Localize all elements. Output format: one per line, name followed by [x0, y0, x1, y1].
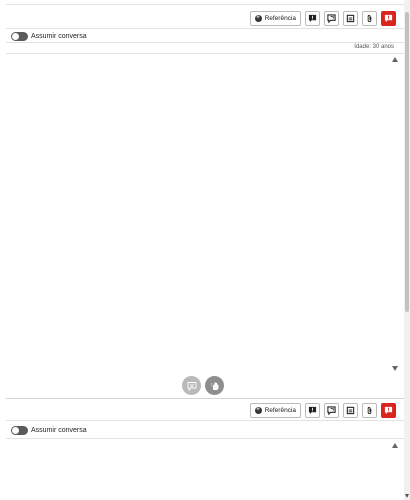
chat-alert-button[interactable] — [305, 402, 320, 418]
panel-separator — [6, 398, 404, 399]
patient-age: Idade: 30 anos — [354, 44, 394, 50]
panel-1-divider-2 — [6, 42, 404, 43]
flag-icon — [384, 406, 393, 414]
assume-conversation-toggle[interactable] — [11, 31, 28, 41]
toggle-knob — [12, 426, 19, 434]
panel-1-toolbar: + Referência — [249, 10, 396, 26]
panel-2-toolbar: + Referência — [249, 402, 396, 418]
scroll-up-arrow-icon[interactable] — [392, 57, 398, 62]
top-border — [6, 4, 404, 5]
panel-1-toggle-row: Assumir conversa — [11, 30, 87, 42]
panel-1-divider — [6, 28, 404, 29]
plus-circle-icon: + — [254, 14, 262, 22]
scroll-up-arrow-icon[interactable] — [392, 443, 398, 448]
assume-conversation-label: Assumir conversa — [31, 32, 87, 40]
document-icon — [346, 14, 355, 22]
document-button[interactable] — [343, 402, 358, 418]
document-icon — [346, 406, 355, 414]
flag-button[interactable] — [381, 10, 396, 26]
page-scrollbar[interactable] — [404, 0, 410, 500]
chat-reply-button[interactable] — [324, 402, 339, 418]
reference-button-label: Referência — [264, 406, 296, 414]
reference-button[interactable]: + Referência — [249, 10, 301, 26]
panel-2-divider — [6, 420, 404, 421]
reference-button[interactable]: + Referência — [249, 402, 301, 418]
flag-button[interactable] — [381, 402, 396, 418]
chat-panels-page: + Referência Assumir conversa Idade: 30 … — [0, 0, 404, 500]
attachment-icon — [367, 406, 372, 414]
assume-conversation-toggle[interactable] — [11, 425, 28, 435]
toggle-knob — [12, 32, 19, 40]
comment-fab-button[interactable] — [182, 376, 201, 395]
assume-conversation-label: Assumir conversa — [31, 426, 87, 434]
reference-button-label: Referência — [264, 14, 296, 22]
attachment-button[interactable] — [362, 402, 377, 418]
plus-circle-icon: + — [254, 406, 262, 414]
panel-1-chat-area[interactable] — [6, 54, 404, 398]
panel-2-toggle-row: Assumir conversa — [11, 424, 87, 436]
attachment-button[interactable] — [362, 10, 377, 26]
comment-icon — [187, 381, 196, 391]
chat-alert-icon — [308, 14, 317, 22]
attachment-icon — [367, 14, 372, 22]
document-button[interactable] — [343, 10, 358, 26]
chat-reply-icon — [327, 405, 336, 415]
chat-alert-button[interactable] — [305, 10, 320, 26]
hand-wave-icon — [210, 381, 218, 390]
hand-wave-fab-button[interactable] — [205, 376, 224, 395]
panel-2-chat-area[interactable] — [6, 439, 404, 500]
chat-reply-button[interactable] — [324, 10, 339, 26]
chat-alert-icon — [308, 406, 317, 414]
scrollbar-down-arrow-icon[interactable] — [405, 494, 409, 498]
chat-reply-icon — [327, 13, 336, 23]
flag-icon — [384, 14, 393, 22]
scrollbar-thumb[interactable] — [405, 12, 409, 312]
scroll-down-arrow-icon[interactable] — [392, 366, 398, 371]
